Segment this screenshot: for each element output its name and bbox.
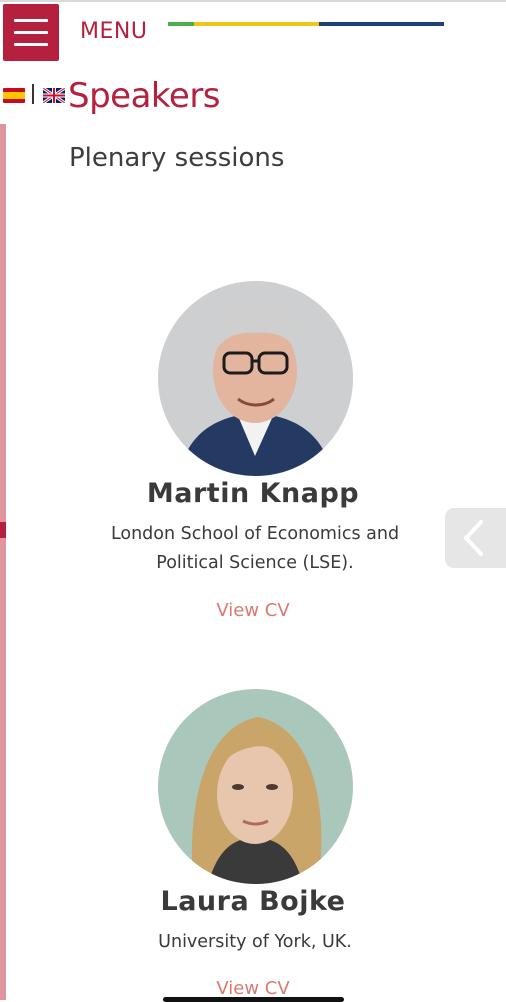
speaker-photo-martin-knapp (158, 281, 353, 476)
speaker-affiliation: University of York, UK. (158, 932, 352, 952)
spain-flag-icon[interactable] (3, 88, 25, 103)
side-rail (0, 124, 6, 1000)
chevron-left-icon (464, 520, 483, 556)
color-stripe-green (168, 22, 194, 26)
uk-flag-icon[interactable] (43, 88, 65, 103)
menu-label[interactable]: MENU (80, 19, 147, 44)
view-cv-link[interactable]: View CV (0, 978, 506, 999)
language-separator (32, 84, 34, 104)
side-rail-marker (0, 522, 6, 538)
top-divider (0, 0, 506, 2)
menu-button[interactable] (3, 4, 59, 61)
speaker-name: Laura Bojke (160, 886, 346, 917)
hamburger-icon-bar (14, 31, 48, 34)
speaker-affiliation: London School of Economics and Political… (110, 524, 400, 573)
section-title: Plenary sessions (69, 143, 285, 173)
speaker-name: Martin Knapp (146, 478, 360, 509)
speaker-photo-laura-bojke (158, 689, 353, 884)
color-stripe-blue (319, 22, 444, 26)
page-title: Speakers (68, 76, 221, 116)
hamburger-icon-bar (14, 43, 48, 46)
side-back-tab[interactable] (445, 508, 506, 568)
hamburger-icon (14, 19, 48, 22)
view-cv-link[interactable]: View CV (0, 600, 506, 621)
color-stripe-yellow (194, 22, 319, 26)
